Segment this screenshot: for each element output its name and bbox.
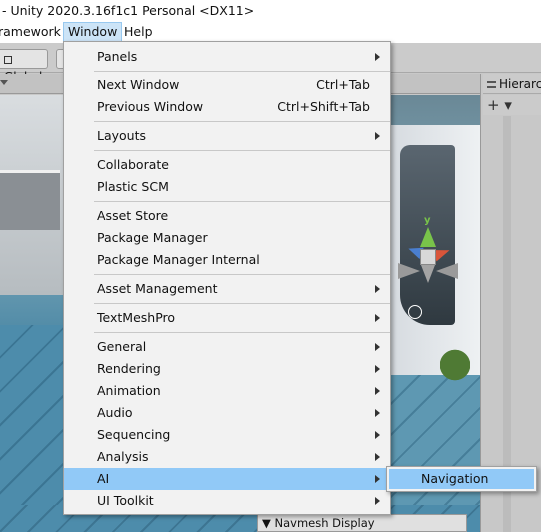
menu-item-label: Audio xyxy=(97,405,133,420)
submenu-arrow-icon xyxy=(375,497,380,505)
submenu-arrow-icon xyxy=(375,365,380,373)
submenu-arrow-icon xyxy=(375,285,380,293)
gizmo-y-axis-icon[interactable] xyxy=(420,227,436,247)
menu-item-analysis[interactable]: Analysis xyxy=(64,446,390,468)
menu-framework[interactable]: ramework xyxy=(0,22,65,43)
submenu-arrow-icon xyxy=(375,314,380,322)
menu-item-navigation[interactable]: Navigation xyxy=(389,469,534,489)
menu-item-label: Next Window xyxy=(97,77,180,92)
hierarchy-add-button[interactable]: + ▾ xyxy=(483,95,541,115)
menu-separator xyxy=(94,303,390,304)
menu-item-shortcut: Ctrl+Shift+Tab xyxy=(277,99,370,114)
menu-separator xyxy=(94,150,390,151)
menu-help[interactable]: Help xyxy=(120,22,157,43)
menu-item-label: TextMeshPro xyxy=(97,310,176,325)
camera-gizmo-icon xyxy=(408,305,422,319)
submenu-arrow-icon xyxy=(375,431,380,439)
menu-item-panels[interactable]: Panels xyxy=(64,46,390,68)
menu-separator xyxy=(94,332,390,333)
submenu-arrow-icon xyxy=(375,132,380,140)
scene-plant xyxy=(440,345,470,395)
menu-item-label: Asset Management xyxy=(97,281,218,296)
menu-item-label: General xyxy=(97,339,147,354)
scene-counter xyxy=(0,170,60,230)
menu-item-label: Package Manager xyxy=(97,230,208,245)
menu-item-label: Rendering xyxy=(97,361,161,376)
menu-item-label: Asset Store xyxy=(97,208,169,223)
hierarchy-tab-icon xyxy=(487,81,496,88)
menu-item-package-manager[interactable]: Package Manager xyxy=(64,227,390,249)
menu-item-ai[interactable]: AI xyxy=(64,468,390,490)
scene-orientation-gizmo[interactable]: y xyxy=(396,215,460,285)
gizmo-center-icon[interactable] xyxy=(420,249,436,265)
menu-item-previous-window[interactable]: Previous Window Ctrl+Shift+Tab xyxy=(64,96,390,118)
menu-item-sequencing[interactable]: Sequencing xyxy=(64,424,390,446)
submenu-arrow-icon xyxy=(375,343,380,351)
menu-item-animation[interactable]: Animation xyxy=(64,380,390,402)
menu-item-label: AI xyxy=(97,471,110,486)
gizmo-neg-z-icon[interactable] xyxy=(436,263,458,279)
menu-item-label: Animation xyxy=(97,383,161,398)
menu-item-rendering[interactable]: Rendering xyxy=(64,358,390,380)
menu-item-label: Plastic SCM xyxy=(97,179,169,194)
submenu-arrow-icon xyxy=(375,53,380,61)
scene-floor-left xyxy=(0,325,70,532)
gizmo-neg-y-icon[interactable] xyxy=(421,265,435,283)
ai-submenu: Navigation xyxy=(386,466,537,492)
menu-separator xyxy=(94,121,390,122)
menu-item-label: Sequencing xyxy=(97,427,171,442)
menu-item-label: Panels xyxy=(97,49,138,64)
menu-item-label: Package Manager Internal xyxy=(97,252,260,267)
menu-item-plastic-scm[interactable]: Plastic SCM xyxy=(64,176,390,198)
menu-item-audio[interactable]: Audio xyxy=(64,402,390,424)
dropdown-arrow-icon[interactable] xyxy=(0,80,8,85)
menu-separator xyxy=(94,274,390,275)
gizmo-neg-x-icon[interactable] xyxy=(398,263,420,279)
menu-bar: ramework Window Help xyxy=(0,22,541,43)
tab-hierarchy[interactable]: Hierarc xyxy=(483,74,541,94)
menu-item-general[interactable]: General xyxy=(64,336,390,358)
submenu-arrow-icon xyxy=(375,453,380,461)
menu-item-label: Layouts xyxy=(97,128,147,143)
hierarchy-tab-label: Hierarc xyxy=(499,77,541,91)
menu-item-textmeshpro[interactable]: TextMeshPro xyxy=(64,307,390,329)
menu-item-shortcut: Ctrl+Tab xyxy=(316,77,370,92)
menu-item-next-window[interactable]: Next Window Ctrl+Tab xyxy=(64,74,390,96)
menu-separator xyxy=(94,201,390,202)
menu-item-package-manager-internal[interactable]: Package Manager Internal xyxy=(64,249,390,271)
menu-item-asset-store[interactable]: Asset Store xyxy=(64,205,390,227)
global-icon xyxy=(4,55,12,64)
menu-item-label: UI Toolkit xyxy=(97,493,154,508)
gizmo-y-label: y xyxy=(424,215,431,226)
menu-window[interactable]: Window xyxy=(63,22,123,43)
menu-item-asset-management[interactable]: Asset Management xyxy=(64,278,390,300)
window-title: - Unity 2020.3.16f1c1 Personal <DX11> xyxy=(0,0,541,22)
submenu-arrow-icon xyxy=(375,409,380,417)
navmesh-display-header[interactable]: ▼ Navmesh Display xyxy=(257,514,467,532)
submenu-arrow-icon xyxy=(375,475,380,483)
global-toggle-button[interactable]: Global xyxy=(0,49,48,84)
menu-item-layouts[interactable]: Layouts xyxy=(64,125,390,147)
menu-item-collaborate[interactable]: Collaborate xyxy=(64,154,390,176)
menu-item-ui-toolkit[interactable]: UI Toolkit xyxy=(64,490,390,512)
submenu-arrow-icon xyxy=(375,387,380,395)
menu-item-label: Navigation xyxy=(421,471,489,486)
menu-item-label: Previous Window xyxy=(97,99,204,114)
window-menu-dropdown: Panels Next Window Ctrl+Tab Previous Win… xyxy=(63,41,391,515)
menu-item-label: Analysis xyxy=(97,449,149,464)
menu-separator xyxy=(94,71,390,72)
menu-item-label: Collaborate xyxy=(97,157,169,172)
